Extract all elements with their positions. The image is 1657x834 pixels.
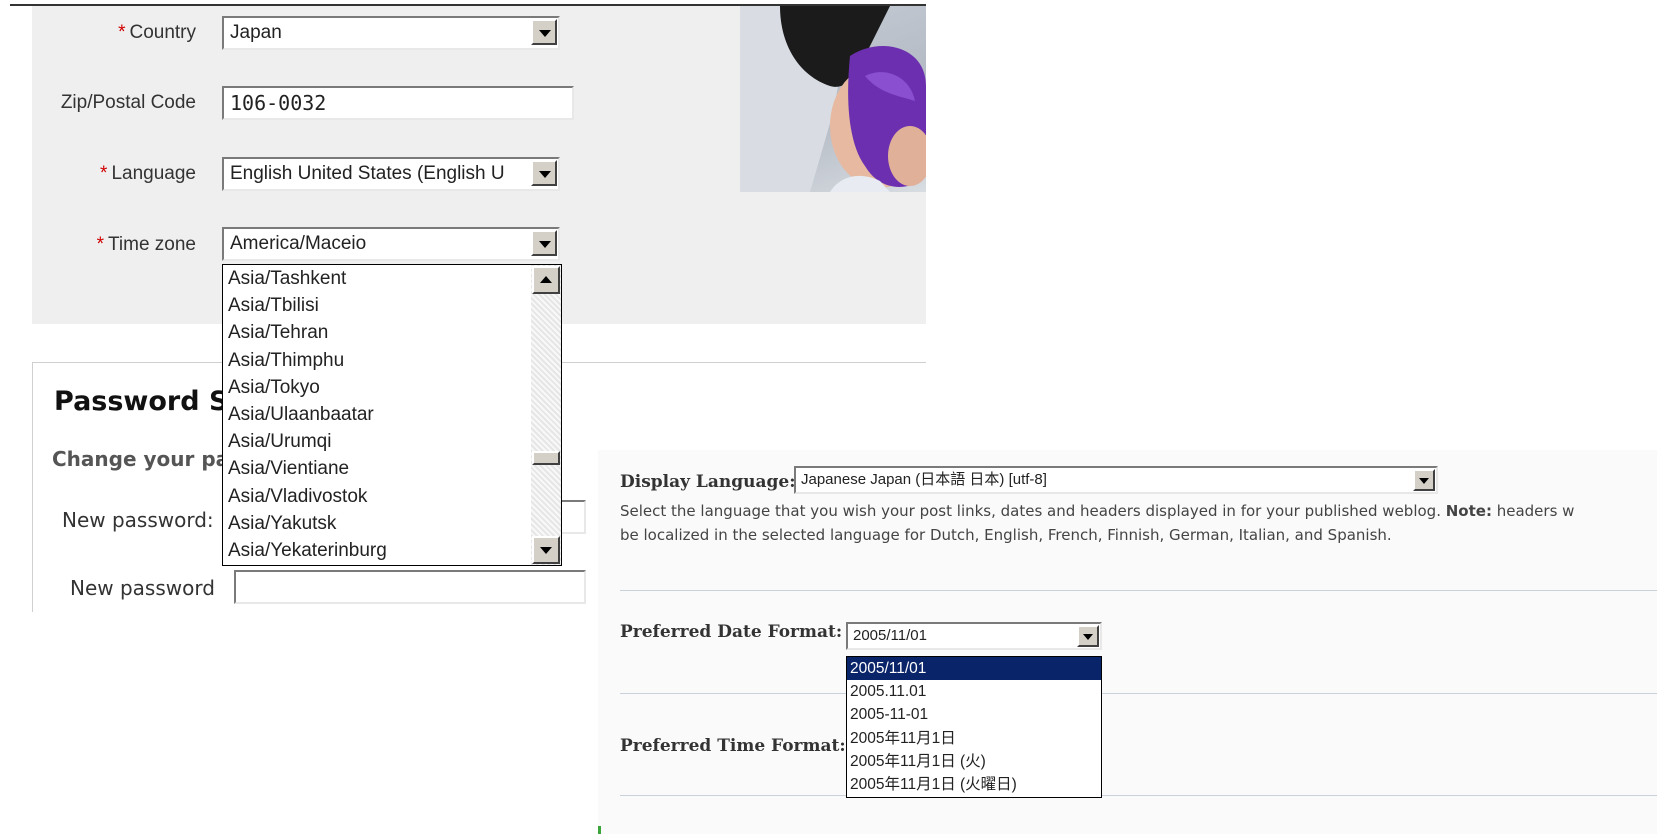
scroll-up-icon[interactable] <box>532 266 560 294</box>
list-item[interactable]: Asia/Tehran <box>223 319 561 346</box>
list-item[interactable]: Asia/Vientiane <box>223 455 561 482</box>
date-format-select[interactable]: 2005/11/01 <box>846 622 1102 650</box>
list-item-selected[interactable]: 2005/11/01 <box>847 657 1101 681</box>
list-item[interactable]: 2005年11月1日 (火) <box>847 750 1101 773</box>
list-item[interactable]: Asia/Tashkent <box>223 265 561 292</box>
confirm-password-input[interactable] <box>234 570 586 604</box>
dropdown-arrow-icon[interactable] <box>531 230 557 256</box>
scroll-down-icon[interactable] <box>532 536 560 564</box>
list-item[interactable]: Asia/Urumqi <box>223 428 561 455</box>
divider <box>620 693 1657 694</box>
country-select[interactable]: Japan <box>222 16 560 50</box>
divider <box>620 590 1657 591</box>
timezone-scrollbar[interactable] <box>531 265 561 565</box>
list-item[interactable]: Asia/Yekaterinburg <box>223 537 561 564</box>
new-password-label: New password: <box>62 508 214 532</box>
display-language-select[interactable]: Japanese Japan (日本語 日本) [utf-8] <box>794 466 1438 494</box>
corner-mark <box>598 826 601 834</box>
date-format-dropdown-list[interactable]: 2005/11/01 2005.11.01 2005-11-01 2005年11… <box>846 656 1102 798</box>
dropdown-arrow-icon[interactable] <box>531 19 557 45</box>
dropdown-arrow-icon[interactable] <box>531 160 557 186</box>
scrollbar-thumb[interactable] <box>532 451 560 465</box>
divider <box>620 795 1657 796</box>
dropdown-arrow-icon[interactable] <box>1413 469 1435 491</box>
timezone-options: Asia/Tashkent Asia/Tbilisi Asia/Tehran A… <box>223 265 561 564</box>
list-item[interactable]: Asia/Ulaanbaatar <box>223 401 561 428</box>
language-select[interactable]: English United States (English U <box>222 157 560 191</box>
timezone-select[interactable]: America/Maceio <box>222 227 560 261</box>
new-password-input[interactable] <box>560 500 586 534</box>
confirm-password-label: New password <box>70 576 215 600</box>
list-item[interactable]: 2005年11月1日 <box>847 727 1101 750</box>
country-label: * Country <box>118 22 196 43</box>
dropdown-arrow-icon[interactable] <box>1077 625 1099 647</box>
timezone-label: * Time zone <box>96 234 196 255</box>
list-item[interactable]: Asia/Vladivostok <box>223 483 561 510</box>
list-item[interactable]: Asia/Tokyo <box>223 374 561 401</box>
language-label: * Language <box>100 163 196 184</box>
time-format-label: Preferred Time Format: <box>620 736 846 756</box>
password-section-title: Password Se <box>54 386 247 417</box>
weblog-settings-panel: Display Language: Japanese Japan (日本語 日本… <box>598 450 1657 834</box>
timezone-dropdown-list[interactable]: Asia/Tashkent Asia/Tbilisi Asia/Tehran A… <box>222 264 562 566</box>
list-item[interactable]: 2005.11.01 <box>847 680 1101 703</box>
zip-input[interactable]: 106-0032 <box>222 86 574 120</box>
display-language-help-2: be localized in the selected language fo… <box>620 526 1392 544</box>
list-item[interactable]: Asia/Tbilisi <box>223 292 561 319</box>
date-format-label: Preferred Date Format: <box>620 622 843 642</box>
display-language-help: Select the language that you wish your p… <box>620 502 1575 520</box>
list-item[interactable]: Asia/Thimphu <box>223 347 561 374</box>
list-item[interactable]: Asia/Yakutsk <box>223 510 561 537</box>
list-item[interactable]: 2005年11月1日 (火曜日) <box>847 773 1101 796</box>
password-section-subtitle: Change your pa <box>52 447 230 471</box>
display-language-label: Display Language: <box>620 472 796 492</box>
zip-label: Zip/Postal Code <box>60 92 196 113</box>
profile-photo <box>740 6 926 192</box>
list-item[interactable]: 2005-11-01 <box>847 703 1101 726</box>
